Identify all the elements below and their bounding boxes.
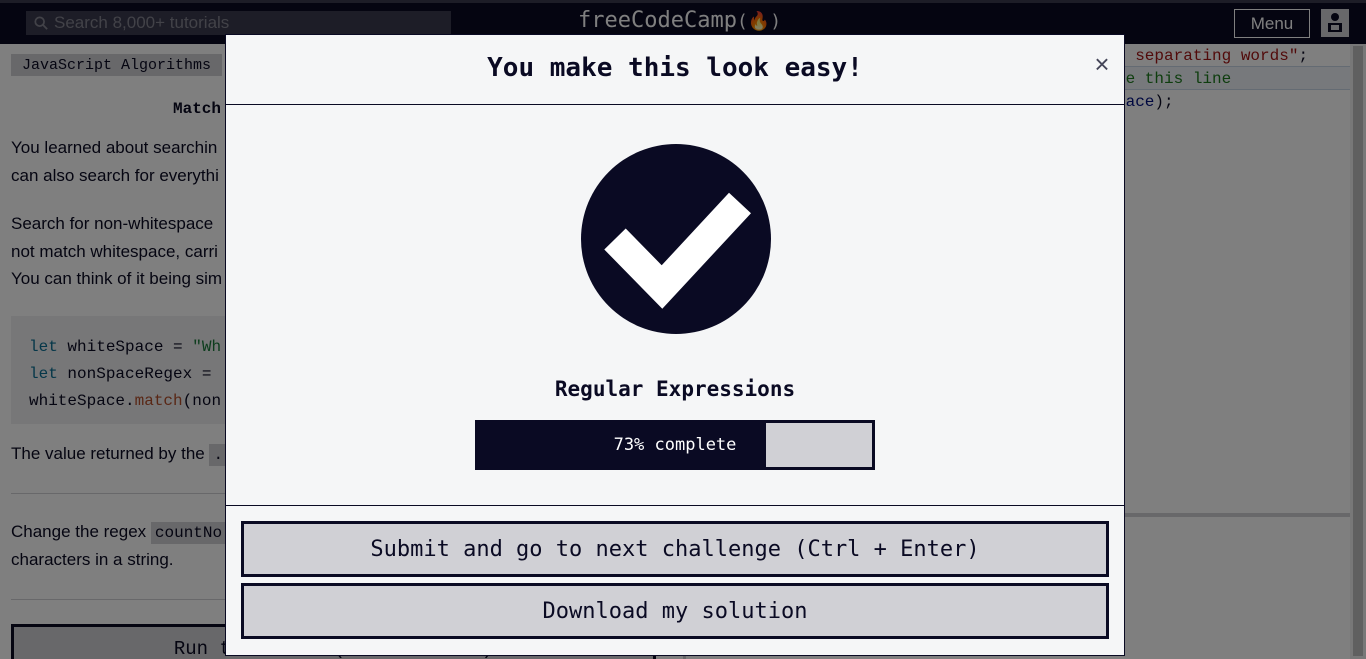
download-solution-button[interactable]: Download my solution [241,583,1109,639]
progress-text: 73% complete [613,435,737,455]
modal-title: You make this look easy! [487,53,863,83]
close-button[interactable]: × [1090,51,1114,77]
completion-modal: You make this look easy! × Regular Expre… [225,34,1125,656]
check-circle-icon [581,144,771,334]
superblock-name: Regular Expressions [554,377,796,401]
progress-bar: 73% complete [475,420,875,470]
submit-next-challenge-button[interactable]: Submit and go to next challenge (Ctrl + … [241,521,1109,577]
modal-header: You make this look easy! × [226,35,1124,105]
modal-footer-divider [226,505,1124,506]
